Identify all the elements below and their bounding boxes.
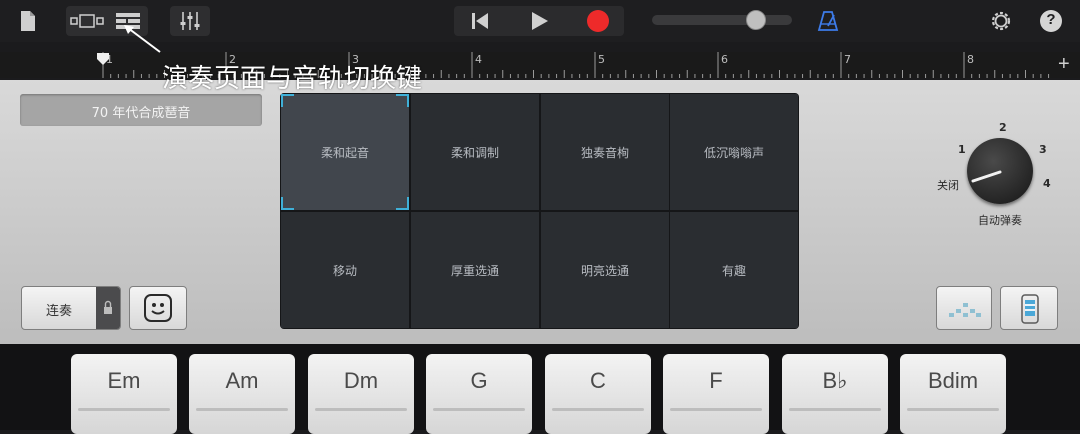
chord-label: Bdim [927, 368, 979, 393]
grid-cell[interactable]: 低沉嗡嗡声 [670, 94, 798, 210]
patch-name: 70 年代合成琶音 [91, 106, 191, 121]
grid-cell[interactable]: 有趣 [670, 212, 798, 328]
grid-cell-label: 厚重选通 [450, 263, 499, 278]
chord-label: B♭ [822, 368, 848, 393]
device-button[interactable] [1000, 286, 1058, 330]
instrument-panel: 70 年代合成琶音 柔和起音 柔和调制 独奏音栒 低沉嗡嗡声 移动 厚重选通 明… [0, 80, 1080, 344]
legato-button[interactable]: 连奏 [21, 286, 121, 330]
grid-cell[interactable]: 移动 [281, 212, 409, 328]
grid-cell[interactable]: 独奏音栒 [541, 94, 669, 210]
grid-cell[interactable]: 厚重选通 [411, 212, 539, 328]
chord-label: Em [107, 368, 141, 393]
gear-icon[interactable] [986, 6, 1016, 36]
grid-cell-label: 移动 [332, 263, 357, 278]
autoplay-label: 自动弹奏 [978, 214, 1022, 227]
grid-cell-label: 有趣 [721, 263, 746, 278]
arpeggio-icon [947, 299, 983, 319]
autoplay-mark-2: 2 [999, 121, 1007, 134]
chord-strip-button[interactable]: B♭ [782, 354, 888, 434]
chord-strip-button[interactable]: C [545, 354, 651, 434]
ruler-bar-number: 5 [598, 53, 605, 66]
chord-label: Am [225, 368, 259, 393]
grid-cell-label: 低沉嗡嗡声 [703, 145, 764, 160]
chord-label: G [470, 368, 488, 393]
selection-highlight [281, 94, 409, 210]
device-icon [1020, 294, 1040, 324]
chord-label: C [590, 368, 606, 393]
help-label: ? [1046, 11, 1056, 28]
chord-strip-button[interactable]: Am [189, 354, 295, 434]
metronome-icon[interactable] [812, 6, 844, 36]
autoplay-mark-1: 1 [958, 143, 966, 156]
autoplay-knob[interactable] [967, 138, 1033, 204]
ruler-bar-number: 7 [844, 53, 851, 66]
chord-label: Dm [343, 368, 379, 393]
document-icon[interactable] [16, 8, 40, 34]
chord-strip-button[interactable]: G [426, 354, 532, 434]
autoplay-control: 1 2 3 4 关闭 自动弹奏 [930, 120, 1070, 230]
add-section-button[interactable]: + [1058, 52, 1076, 78]
add-section-label: + [1058, 53, 1070, 75]
record-icon[interactable] [574, 6, 622, 36]
autoplay-off-label: 关闭 [937, 179, 959, 192]
autoplay-mark-3: 3 [1039, 143, 1047, 156]
chord-strip-button[interactable]: F [663, 354, 769, 434]
smiley-button[interactable] [129, 286, 187, 330]
arpeggio-button[interactable] [936, 286, 992, 330]
smiley-icon [144, 294, 172, 322]
mixer-icon[interactable] [170, 6, 210, 36]
legato-label: 连奏 [45, 304, 72, 319]
autoplay-mark-4: 4 [1043, 177, 1051, 190]
grid-cell[interactable]: 柔和调制 [411, 94, 539, 210]
ruler-bar-number: 6 [721, 53, 728, 66]
chord-strip-button[interactable]: Dm [308, 354, 414, 434]
grid-cell-label: 柔和调制 [450, 145, 499, 160]
help-icon[interactable]: ? [1040, 10, 1062, 32]
play-icon[interactable] [512, 6, 568, 36]
rewind-icon[interactable] [456, 6, 504, 36]
sound-grid: 柔和起音 柔和调制 独奏音栒 低沉嗡嗡声 移动 厚重选通 明亮选通 有趣 [280, 93, 799, 329]
annotation-text: 演奏页面与音轨切换键 [162, 64, 423, 94]
volume-thumb[interactable] [745, 10, 766, 30]
master-volume-slider[interactable] [652, 10, 792, 30]
chord-strip-button[interactable]: Em [71, 354, 177, 434]
lock-icon[interactable] [96, 287, 120, 329]
view-toggle-icon[interactable] [68, 6, 106, 36]
grid-cell-label: 明亮选通 [580, 263, 629, 278]
annotation-arrow [124, 25, 161, 53]
playhead[interactable] [97, 52, 109, 65]
chord-strip-button[interactable]: Bdim [900, 354, 1006, 434]
grid-cell-label: 独奏音栒 [580, 145, 629, 160]
chord-label: F [709, 368, 723, 393]
patch-name-display[interactable]: 70 年代合成琶音 [20, 94, 262, 126]
ruler-bar-number: 8 [967, 53, 974, 66]
grid-cell[interactable]: 明亮选通 [541, 212, 669, 328]
ruler-bar-number: 4 [475, 53, 482, 66]
